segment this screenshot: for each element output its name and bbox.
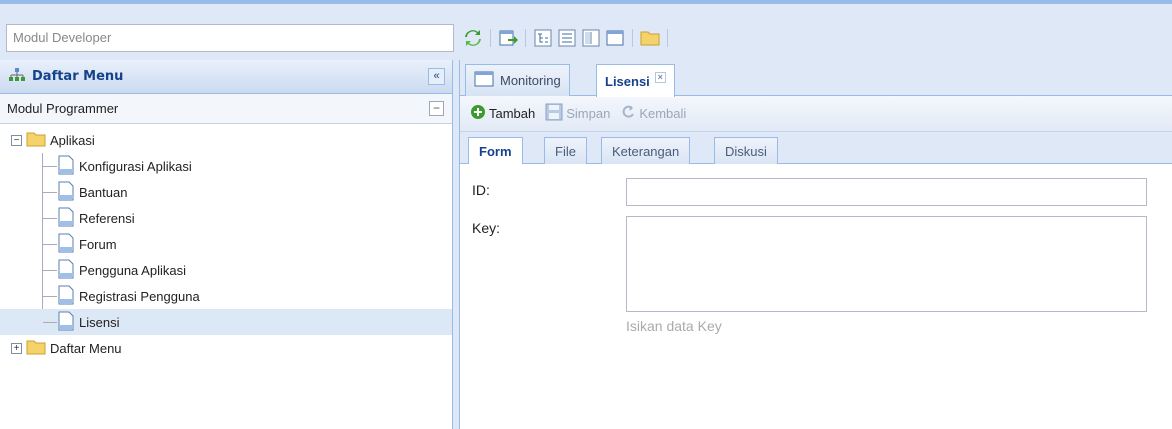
document-icon — [57, 207, 75, 230]
tab-form[interactable]: Form — [468, 137, 523, 165]
document-icon — [57, 233, 75, 256]
panel-splitter[interactable] — [453, 60, 460, 429]
folder-icon — [26, 131, 46, 150]
add-icon — [470, 104, 486, 123]
hierarchy-icon — [8, 67, 26, 86]
document-icon — [57, 259, 75, 282]
folder-icon[interactable] — [640, 28, 660, 48]
tree-leaf-registrasi-pengguna[interactable]: Registrasi Pengguna — [0, 283, 452, 309]
tree-toggle-minus-icon[interactable]: − — [11, 134, 22, 146]
key-hint: Isikan data Key — [626, 318, 722, 334]
collapse-panel-button[interactable]: « — [428, 68, 445, 85]
license-form: ID: Key: Isikan data Key — [460, 164, 1172, 397]
module-selector-input[interactable]: Modul Developer — [6, 24, 454, 52]
content-panel: Monitoring Lisensi × Tambah Simpan Kemba… — [460, 60, 1172, 429]
close-tab-icon[interactable]: × — [654, 71, 666, 83]
tree-leaf-label: Registrasi Pengguna — [79, 288, 200, 304]
tree-node-label: Daftar Menu — [50, 340, 122, 356]
tree-node-daftar-menu[interactable]: + Daftar Menu — [0, 335, 452, 361]
action-toolbar: Tambah Simpan Kembali — [460, 96, 1172, 132]
document-icon — [57, 181, 75, 204]
module-section-header[interactable]: Modul Programmer − — [0, 94, 452, 124]
tree-node-aplikasi[interactable]: − Aplikasi — [0, 127, 452, 153]
id-field[interactable] — [626, 178, 1147, 206]
key-label: Key: — [472, 220, 501, 236]
back-button[interactable]: Kembali — [620, 104, 686, 123]
id-label: ID: — [472, 182, 490, 198]
collapse-section-button[interactable]: − — [429, 101, 444, 116]
tree-leaf-label: Forum — [79, 236, 117, 252]
columns-icon[interactable] — [581, 28, 601, 48]
document-icon — [57, 285, 75, 308]
tree-leaf-bantuan[interactable]: Bantuan — [0, 179, 452, 205]
main-tabstrip: Monitoring Lisensi × — [460, 60, 1172, 97]
section-title: Modul Programmer — [7, 101, 119, 116]
tree-icon[interactable] — [533, 28, 553, 48]
tab-keterangan[interactable]: Keterangan — [601, 137, 691, 164]
tree-leaf-label: Referensi — [79, 210, 135, 226]
tree-leaf-label: Pengguna Aplikasi — [79, 262, 186, 278]
save-button[interactable]: Simpan — [545, 103, 610, 124]
main-toolbar — [463, 26, 671, 50]
menu-panel-header: Daftar Menu « — [0, 60, 452, 94]
tree-leaf-label: Lisensi — [79, 314, 120, 330]
tab-diskusi[interactable]: Diskusi — [714, 137, 778, 164]
tree-leaf-label: Konfigurasi Aplikasi — [79, 158, 192, 174]
list-icon[interactable] — [557, 28, 577, 48]
tree-toggle-plus-icon[interactable]: + — [11, 342, 22, 354]
tree-node-label: Aplikasi — [50, 132, 95, 148]
tree-leaf-forum[interactable]: Forum — [0, 231, 452, 257]
top-bar: Modul Developer — [0, 0, 1172, 60]
save-icon — [545, 103, 563, 124]
window-icon — [474, 71, 494, 90]
tab-monitoring[interactable]: Monitoring — [465, 64, 570, 96]
form-tabstrip: Form File Keterangan Diskusi — [460, 132, 1172, 165]
document-icon — [57, 311, 75, 334]
export-icon[interactable] — [498, 28, 518, 48]
back-icon — [620, 104, 636, 123]
document-icon — [57, 155, 75, 178]
window-icon[interactable] — [605, 28, 625, 48]
menu-panel: Daftar Menu « Modul Programmer − − Aplik… — [0, 60, 453, 429]
folder-icon — [26, 339, 46, 358]
tab-lisensi[interactable]: Lisensi × — [596, 64, 675, 97]
tree-leaf-konfigurasi-aplikasi[interactable]: Konfigurasi Aplikasi — [0, 153, 452, 179]
key-textarea[interactable] — [626, 216, 1147, 312]
menu-tree: − Aplikasi Konfigurasi Aplikasi Bantuan … — [0, 124, 452, 361]
tree-leaf-label: Bantuan — [79, 184, 128, 200]
menu-panel-title: Daftar Menu — [32, 69, 124, 84]
tree-leaf-referensi[interactable]: Referensi — [0, 205, 452, 231]
tab-file[interactable]: File — [544, 137, 587, 164]
tree-leaf-pengguna-aplikasi[interactable]: Pengguna Aplikasi — [0, 257, 452, 283]
tree-leaf-lisensi[interactable]: Lisensi — [0, 309, 452, 335]
add-button[interactable]: Tambah — [470, 104, 535, 123]
refresh-icon[interactable] — [463, 28, 483, 48]
